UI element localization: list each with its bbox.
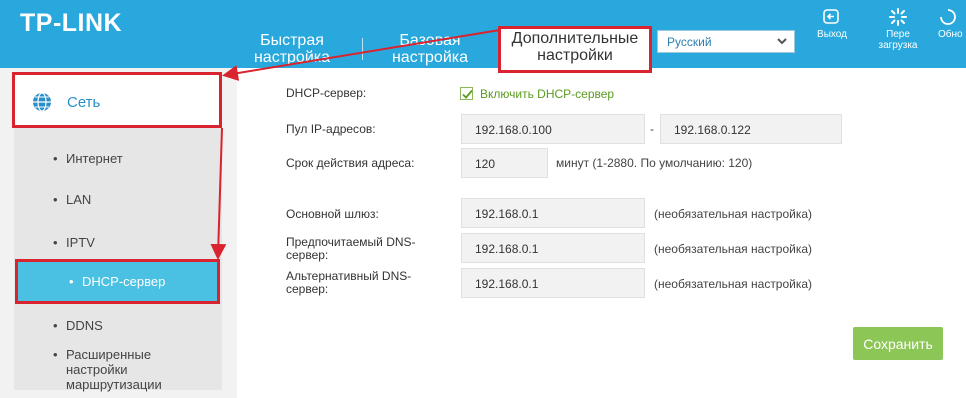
- primary-dns-input[interactable]: 192.168.0.1: [461, 233, 645, 263]
- primary-dns-optional-note: (необязательная настройка): [654, 242, 813, 256]
- secondary-dns-input[interactable]: 192.168.0.1: [461, 268, 645, 298]
- primary-dns-label-line2: сервер:: [286, 248, 329, 262]
- primary-dns-label: Предпочитаемый DNS- сервер:: [286, 236, 416, 262]
- lease-time-input[interactable]: 120: [461, 148, 548, 178]
- save-button[interactable]: Сохранить: [853, 327, 943, 360]
- secondary-dns-label-line2: сервер:: [286, 282, 329, 296]
- ip-pool-start-input[interactable]: 192.168.0.100: [461, 114, 645, 144]
- gateway-label: Основной шлюз:: [286, 207, 379, 221]
- ip-pool-dash: -: [650, 122, 654, 136]
- lease-time-note: минут (1-2880. По умолчанию: 120): [556, 156, 753, 170]
- gateway-optional-note: (необязательная настройка): [654, 207, 813, 221]
- gateway-input[interactable]: 192.168.0.1: [461, 198, 645, 228]
- check-icon: [462, 89, 473, 99]
- lease-time-label: Срок действия адреса:: [286, 156, 415, 170]
- dhcp-server-label: DHCP-сервер:: [286, 86, 367, 100]
- secondary-dns-optional-note: (необязательная настройка): [654, 277, 813, 291]
- secondary-dns-label: Альтернативный DNS- сервер:: [286, 270, 411, 296]
- ip-pool-label: Пул IP-адресов:: [286, 122, 376, 136]
- enable-dhcp-checkbox[interactable]: [460, 87, 473, 100]
- ip-pool-end-input[interactable]: 192.168.0.122: [660, 114, 842, 144]
- enable-dhcp-label[interactable]: Включить DHCP-сервер: [480, 87, 614, 101]
